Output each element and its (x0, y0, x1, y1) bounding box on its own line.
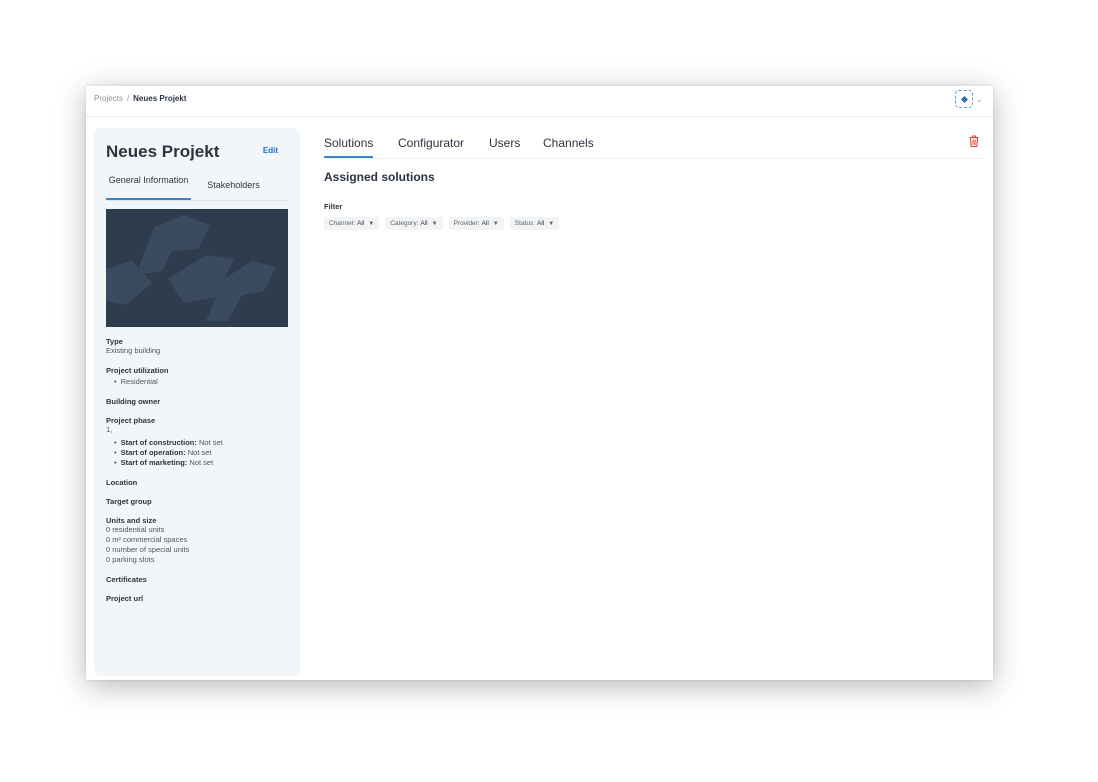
phase-label: Project phase (106, 416, 156, 425)
filter-channel[interactable]: Channel: All ▼ (324, 217, 380, 230)
filter-name: Provider: (453, 220, 480, 227)
caret-down-icon: ▼ (431, 221, 438, 227)
tab-configurator[interactable]: Configurator (398, 136, 464, 150)
phase-item-value: Not set (189, 458, 214, 467)
type-value: Existing building (106, 346, 161, 355)
edit-button[interactable]: Edit (263, 146, 278, 155)
breadcrumb-separator: / (126, 94, 130, 103)
utilization-item: Residential (114, 377, 292, 387)
section-title: Assigned solutions (324, 170, 435, 184)
trash-icon[interactable] (967, 134, 981, 148)
type-label: Type (106, 337, 123, 346)
filter-value: All (481, 220, 489, 227)
filter-status[interactable]: Status: All ▼ (509, 217, 560, 230)
units-residential: 0 residential units (106, 525, 165, 534)
top-bar: Projects / Neues Projekt ⌄ (86, 86, 993, 117)
breadcrumb-projects-link[interactable]: Projects (94, 94, 123, 103)
utilization-label: Project utilization (106, 366, 169, 375)
phase-item: Start of construction: Not set (114, 438, 292, 448)
app-logo-icon[interactable] (955, 90, 974, 108)
filter-value: All (537, 220, 545, 227)
filter-name: Status: (514, 220, 536, 227)
certificates-label: Certificates (106, 575, 147, 584)
filter-category[interactable]: Category: All ▼ (385, 217, 443, 230)
project-image (106, 209, 288, 327)
project-sidebar: Neues Projekt Edit General Information S… (94, 128, 300, 676)
phase-item-key: Start of marketing: (120, 458, 188, 467)
tab-solutions[interactable]: Solutions (324, 136, 374, 158)
phase-item: Start of marketing: Not set (114, 458, 292, 468)
caret-down-icon: ▼ (368, 221, 375, 227)
project-url-label: Project url (106, 594, 144, 603)
filter-name: Channel: (329, 220, 356, 227)
main-tabs: Solutions Configurator Users Channels (324, 128, 983, 159)
phase-value: 1, (106, 425, 113, 434)
caret-down-icon: ▼ (492, 221, 499, 227)
tab-channels[interactable]: Channels (543, 136, 594, 150)
tab-users[interactable]: Users (489, 136, 520, 150)
tab-general-information[interactable]: General Information (106, 174, 191, 200)
phase-item-value: Not set (187, 448, 212, 457)
filter-label: Filter (324, 202, 343, 211)
filter-provider[interactable]: Provider: All ▼ (448, 217, 504, 230)
phase-item-value: Not set (198, 438, 223, 447)
units-commercial: 0 m² commercial spaces (106, 535, 188, 544)
project-title: Neues Projekt (106, 142, 220, 161)
target-group-label: Target group (106, 497, 152, 506)
breadcrumb: Projects / Neues Projekt (94, 94, 187, 103)
app-window: Projects / Neues Projekt ⌄ Neues Projekt E… (86, 86, 993, 680)
utilization-list: Residential (106, 377, 292, 387)
units-parking: 0 parking slots (106, 555, 155, 564)
tab-stakeholders[interactable]: Stakeholders (191, 174, 276, 200)
project-details: Type Existing building Project utilizati… (106, 337, 292, 613)
project-placeholder-graphic (106, 209, 288, 327)
breadcrumb-current: Neues Projekt (133, 94, 187, 103)
filter-bar: Channel: All ▼ Category: All ▼ Provider: All ▼… (324, 217, 560, 230)
caret-down-icon: ▼ (548, 221, 555, 227)
user-menu[interactable]: ⌄ (955, 90, 983, 108)
sidebar-tabs: General Information Stakeholders (106, 174, 288, 201)
phase-item-key: Start of operation: (120, 448, 186, 457)
filter-name: Category: (390, 220, 419, 227)
chevron-down-icon[interactable]: ⌄ (975, 94, 983, 105)
location-label: Location (106, 478, 138, 487)
phase-item-key: Start of construction: (120, 438, 197, 447)
filter-value: All (357, 220, 365, 227)
units-label: Units and size (106, 516, 157, 525)
owner-label: Building owner (106, 397, 161, 406)
phase-item: Start of operation: Not set (114, 448, 292, 458)
units-special: 0 number of special units (106, 545, 190, 554)
phase-list: Start of construction: Not set Start of … (106, 438, 292, 468)
filter-value: All (420, 220, 428, 227)
